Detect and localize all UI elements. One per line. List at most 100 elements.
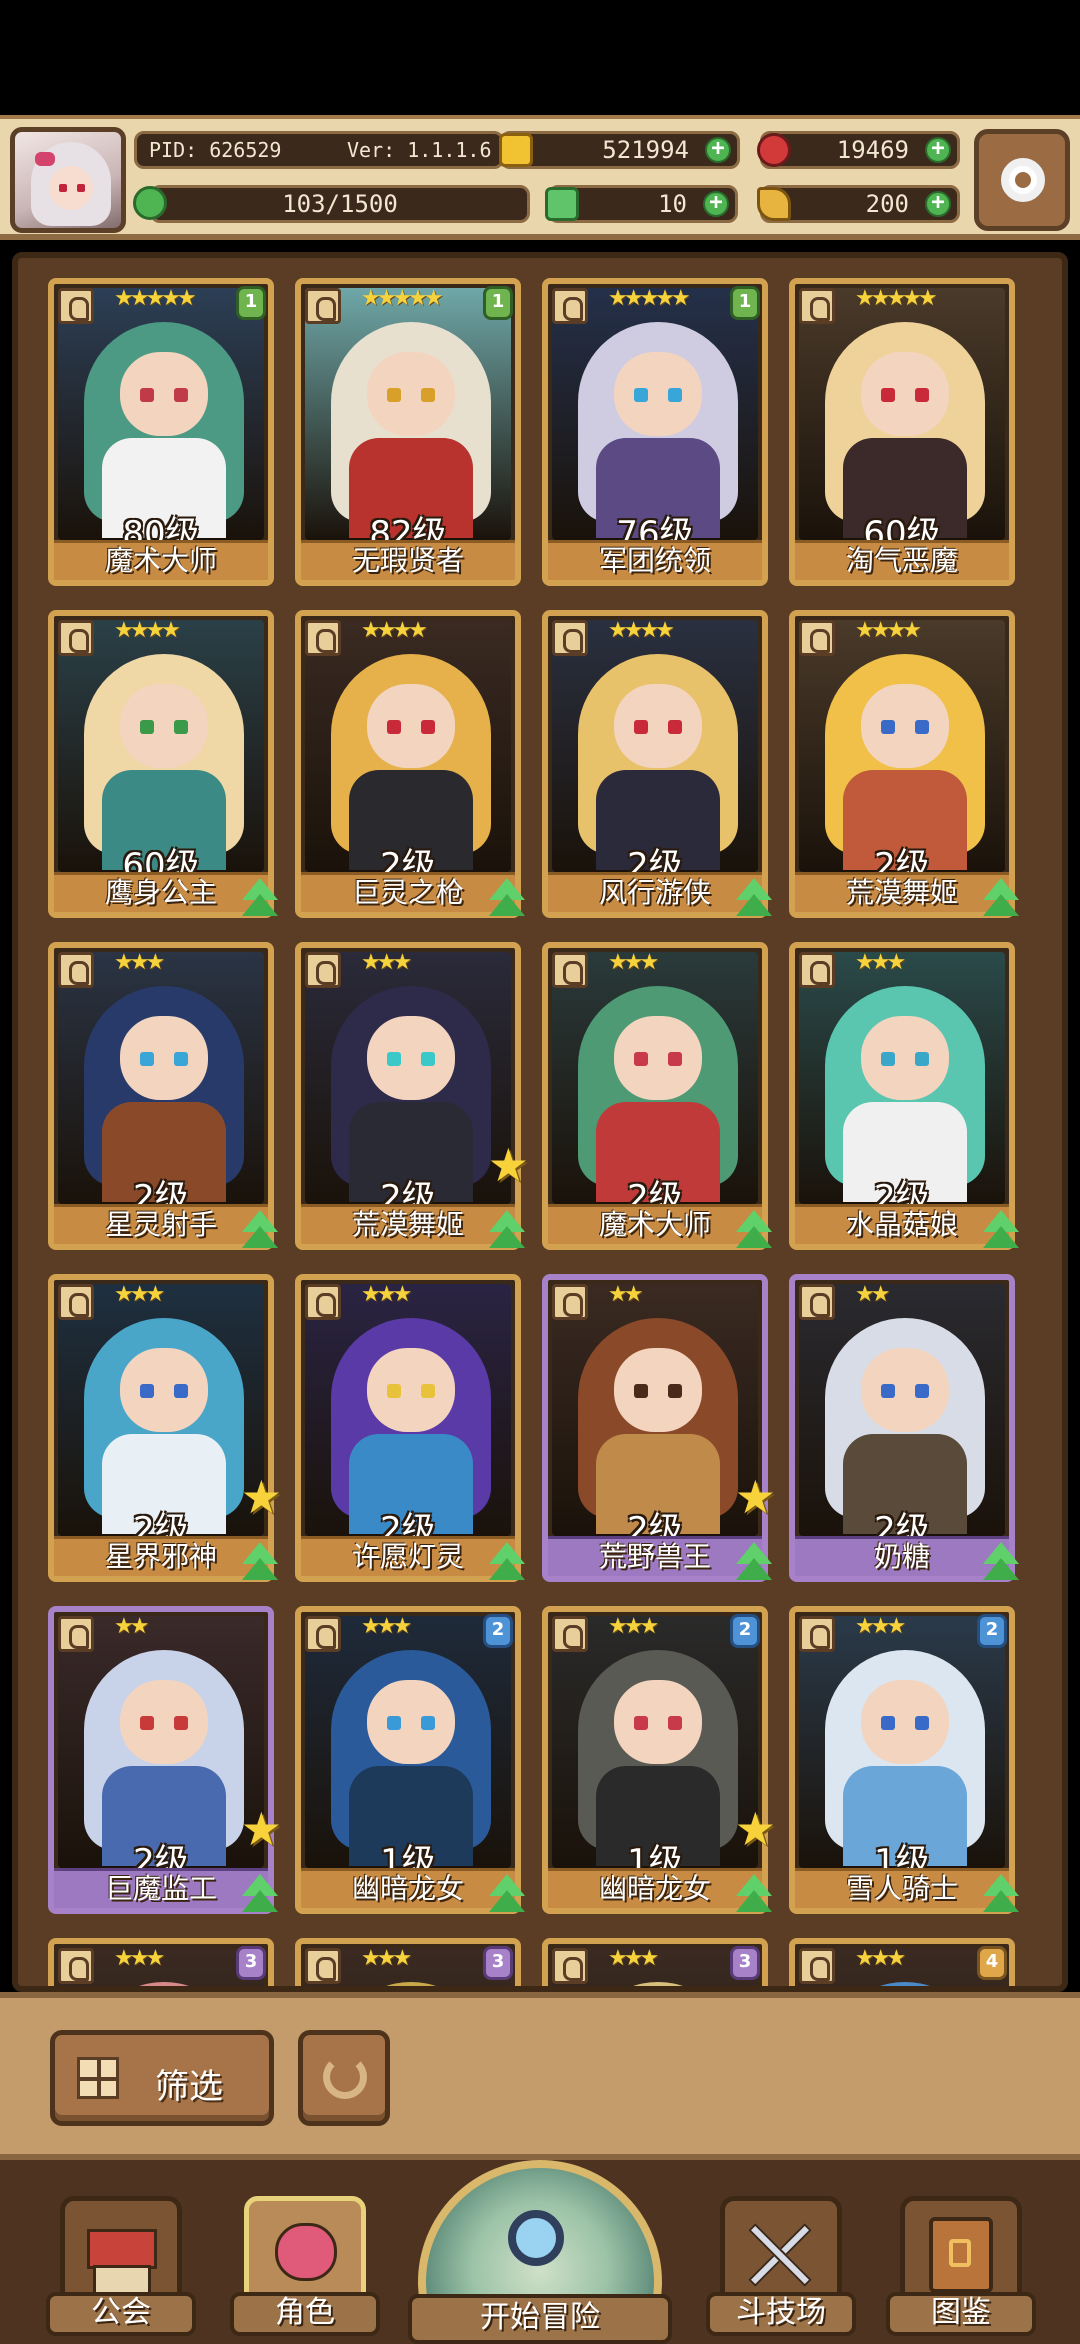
gold-counter: 521994 +: [499, 131, 740, 169]
nav-characters[interactable]: 角色: [230, 2196, 380, 2336]
bottom-navigation: 公会 角色 开始冒险 斗技场 图鉴: [0, 2160, 1080, 2344]
star-rating: ★★★: [361, 950, 412, 975]
character-portrait: [58, 288, 264, 540]
character-portrait: [552, 952, 758, 1204]
star-rating: ★★★: [608, 1946, 659, 1971]
character-roster: ★★★★★ 1 80级 魔术大师 ★★★★★ 1 82级 无瑕贤者 ★★★★★ 1 76级 军团统领 ★…: [12, 252, 1068, 1992]
nav-arena[interactable]: 斗技场: [706, 2196, 856, 2336]
class-icon: [799, 1948, 835, 1984]
key-counter: 200 +: [757, 185, 960, 223]
rank-badge: 3: [483, 1946, 513, 1980]
reset-filter-button[interactable]: [298, 2030, 390, 2126]
player-avatar[interactable]: [10, 127, 126, 233]
character-card[interactable]: ★★★★★ 1 80级 魔术大师: [48, 278, 274, 586]
star-upgrade-icon: ★: [240, 1470, 282, 1524]
character-name: 幽暗龙女: [301, 1868, 515, 1908]
character-card[interactable]: ★★★ 2 1级 幽暗龙女 ★: [542, 1606, 776, 1914]
character-portrait: [58, 1284, 264, 1536]
character-card[interactable]: ★★★ 3: [542, 1938, 768, 1986]
class-icon: [799, 952, 835, 988]
class-icon: [58, 1616, 94, 1652]
add-gems-button[interactable]: +: [925, 137, 951, 163]
refresh-icon: [323, 2055, 367, 2099]
character-card[interactable]: ★★★★★ 1 76级 军团统领: [542, 278, 768, 586]
level-up-arrow-icon: [979, 878, 1023, 922]
rank-badge: 2: [483, 1614, 513, 1648]
character-card[interactable]: ★★★ 2 1级 幽暗龙女: [295, 1606, 525, 1914]
star-upgrade-icon: ★: [734, 1802, 776, 1856]
class-icon: [799, 1616, 835, 1652]
class-icon: [305, 952, 341, 988]
level-up-arrow-icon: [979, 1210, 1023, 1254]
level-up-arrow-icon: [732, 1874, 776, 1918]
player-id-bar: PID: 626529 Ver: 1.1.1.6: [134, 131, 504, 169]
star-rating: ★★★★★: [855, 286, 938, 311]
character-card[interactable]: ★★★ 3: [295, 1938, 521, 1986]
character-card[interactable]: ★★★ 4: [789, 1938, 1015, 1986]
star-rating: ★★★: [361, 1614, 412, 1639]
character-card[interactable]: ★★★ 2级 荒漠舞姬 ★: [295, 942, 529, 1250]
class-icon: [58, 288, 94, 324]
character-name: 星灵射手: [54, 1204, 268, 1244]
player-id: PID: 626529: [149, 138, 282, 162]
class-icon: [799, 620, 835, 656]
nav-codex-label: 图鉴: [886, 2292, 1036, 2336]
character-card[interactable]: ★★★★ 2级 巨灵之枪: [295, 610, 525, 918]
rank-badge: 3: [236, 1946, 266, 1980]
key-icon: [757, 187, 791, 221]
character-portrait: [799, 1616, 1005, 1868]
character-name: 魔术大师: [54, 540, 268, 580]
add-keys-button[interactable]: +: [925, 191, 951, 217]
character-portrait: [552, 620, 758, 872]
star-rating: ★★★★: [361, 618, 428, 643]
character-card[interactable]: ★★ 2级 荒野兽王 ★: [542, 1274, 776, 1582]
nav-guild[interactable]: 公会: [46, 2196, 196, 2336]
nav-codex[interactable]: 图鉴: [886, 2196, 1036, 2336]
add-gold-button[interactable]: +: [705, 137, 731, 163]
character-portrait: [58, 952, 264, 1204]
level-up-arrow-icon: [238, 878, 282, 922]
character-card[interactable]: ★★★ 3: [48, 1938, 274, 1986]
character-card[interactable]: ★★★ 2 1级 雪人骑士: [789, 1606, 1019, 1914]
character-card[interactable]: ★★★ 2级 水晶菇娘: [789, 942, 1019, 1250]
character-card[interactable]: ★★ 2级 巨魔监工 ★: [48, 1606, 282, 1914]
level-up-arrow-icon: [238, 1542, 282, 1586]
nav-start-adventure[interactable]: 开始冒险: [408, 2160, 672, 2344]
magnifier-icon: [508, 2210, 564, 2266]
character-card[interactable]: ★★★ 2级 星灵射手: [48, 942, 278, 1250]
rank-badge: 4: [977, 1946, 1007, 1980]
filter-button[interactable]: 筛选: [50, 2030, 274, 2126]
class-icon: [305, 1284, 341, 1320]
character-name: 巨魔监工: [54, 1868, 268, 1908]
character-name: 星界邪神: [54, 1536, 268, 1576]
class-icon: [552, 1616, 588, 1652]
character-name: 奶糖: [795, 1536, 1009, 1576]
character-name: 雪人骑士: [795, 1868, 1009, 1908]
stamina-clover-icon: [133, 186, 167, 220]
settings-button[interactable]: [974, 129, 1070, 231]
gear-icon: [1001, 158, 1045, 202]
character-card[interactable]: ★★★★ 2级 风行游侠: [542, 610, 772, 918]
grid-filter-icon: [77, 2057, 119, 2099]
rank-badge: 1: [730, 286, 760, 320]
character-name: 鹰身公主: [54, 872, 268, 912]
star-rating: ★★★★: [855, 618, 922, 643]
character-portrait: [305, 620, 511, 872]
character-card[interactable]: ★★★★★ 1 82级 无瑕贤者: [295, 278, 521, 586]
star-rating: ★★★: [361, 1282, 412, 1307]
character-card[interactable]: ★★★ 2级 魔术大师: [542, 942, 772, 1250]
character-card[interactable]: ★★★★ 60级 鹰身公主: [48, 610, 278, 918]
class-icon: [58, 620, 94, 656]
add-clovers-button[interactable]: +: [703, 191, 729, 217]
character-name: 风行游侠: [548, 872, 762, 912]
character-card[interactable]: ★★★ 2级 星界邪神 ★: [48, 1274, 282, 1582]
character-card[interactable]: ★★ 2级 奶糖: [789, 1274, 1019, 1582]
character-card[interactable]: ★★★ 2级 许愿灯灵: [295, 1274, 525, 1582]
character-portrait: [305, 288, 511, 540]
character-portrait: [552, 1284, 758, 1536]
level-up-arrow-icon: [238, 1874, 282, 1918]
character-card[interactable]: ★★★★★ 60级 淘气恶魔: [789, 278, 1015, 586]
level-up-arrow-icon: [732, 1210, 776, 1254]
class-icon: [552, 952, 588, 988]
character-card[interactable]: ★★★★ 2级 荒漠舞姬: [789, 610, 1019, 918]
